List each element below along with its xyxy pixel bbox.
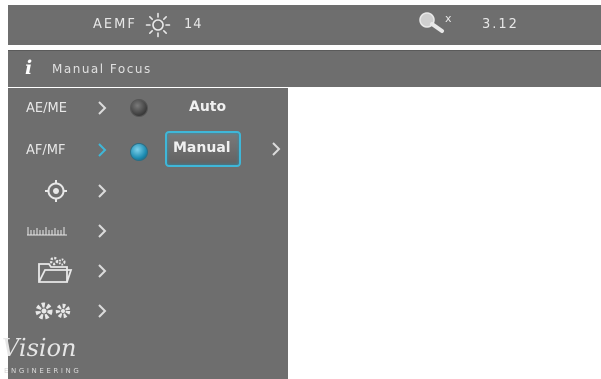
- sidebar-item-ae-me[interactable]: AE/ME: [8, 91, 118, 127]
- option-label-auto: Auto: [189, 99, 227, 115]
- magnifier-icon: x: [419, 12, 452, 33]
- brightness-value: 14: [184, 17, 203, 32]
- logo-subtitle: ENGINEERING: [4, 367, 82, 375]
- sidebar-item-folder[interactable]: [8, 254, 118, 290]
- zoom-value: 3.12: [482, 17, 519, 32]
- page-title: Manual Focus: [52, 62, 152, 76]
- chevron-right-icon: [98, 184, 107, 198]
- sidebar-item-label: AE/ME: [26, 101, 67, 116]
- radio-button-auto[interactable]: [131, 100, 147, 116]
- info-bar: i Manual Focus: [8, 50, 601, 87]
- sidebar-item-ruler[interactable]: [8, 214, 118, 250]
- chevron-right-icon: [98, 304, 107, 318]
- option-auto[interactable]: Auto: [126, 90, 286, 130]
- crosshair-icon: [45, 180, 67, 202]
- top-status-bar: AEMF 14 x 3.12: [8, 5, 601, 45]
- brightness-icon: [145, 12, 171, 38]
- logo-wordmark: Vision: [2, 334, 77, 362]
- sidebar-item-af-mf[interactable]: AF/MF: [8, 133, 118, 169]
- option-label-manual: Manual: [173, 140, 231, 156]
- vision-engineering-logo: Vision ENGINEERING: [2, 334, 112, 379]
- sidebar-item-label: AF/MF: [26, 143, 66, 158]
- chevron-right-icon[interactable]: [270, 140, 282, 158]
- mode-indicator: AEMF: [93, 17, 137, 32]
- sidebar-item-crosshair[interactable]: [8, 174, 118, 210]
- sidebar-item-settings[interactable]: [8, 294, 118, 330]
- radio-button-manual[interactable]: [131, 144, 147, 160]
- settings-gears-icon: [35, 302, 71, 320]
- ruler-icon: [27, 227, 67, 236]
- zoom-prefix: x: [445, 12, 452, 25]
- option-manual[interactable]: Manual: [126, 131, 286, 174]
- option-manual-box[interactable]: Manual: [165, 131, 241, 167]
- info-icon[interactable]: i: [25, 57, 32, 79]
- chevron-right-icon: [98, 101, 107, 115]
- chevron-right-icon: [98, 224, 107, 238]
- folder-gear-icon: [38, 256, 73, 283]
- chevron-right-icon: [98, 143, 107, 157]
- chevron-right-icon: [98, 264, 107, 278]
